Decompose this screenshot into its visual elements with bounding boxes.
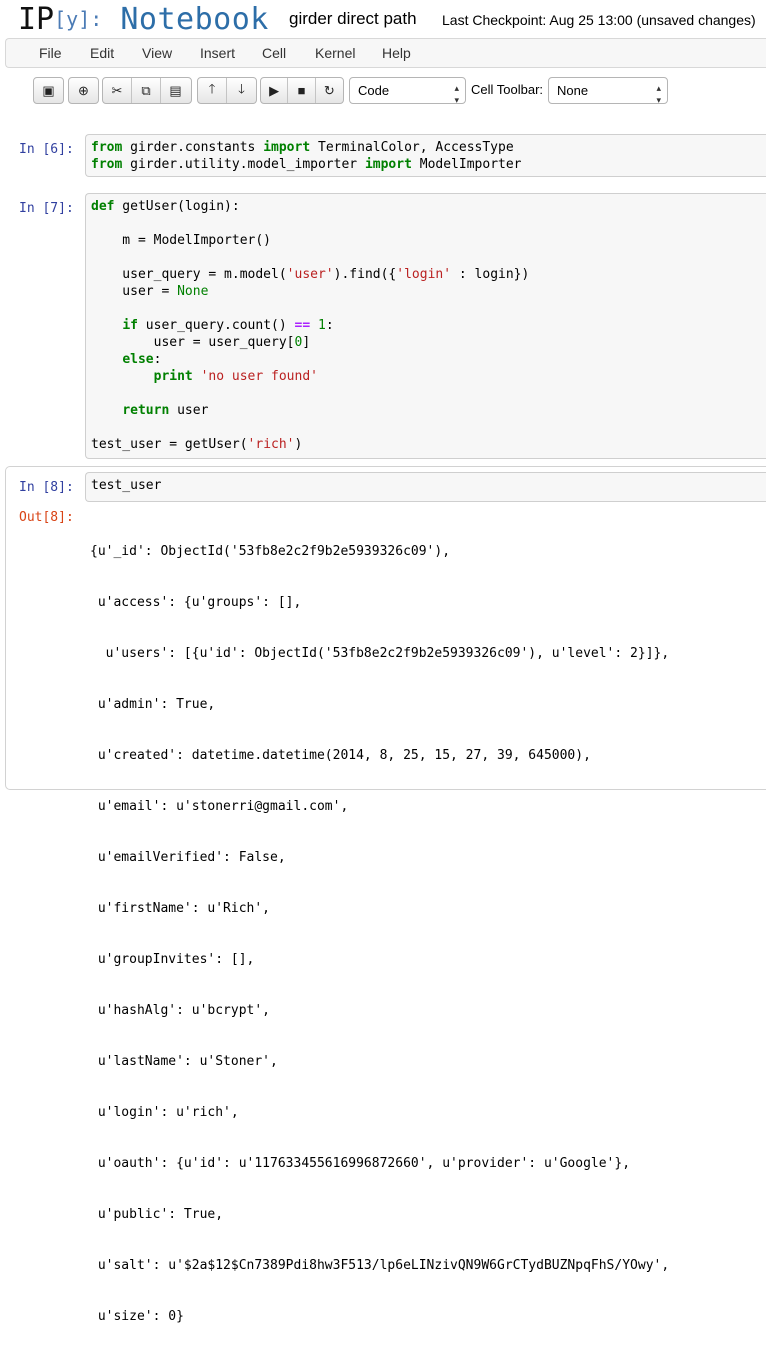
code-line: from girder.constants import TerminalCol… xyxy=(91,140,514,155)
output-line: u'created': datetime.datetime(2014, 8, 2… xyxy=(90,748,591,763)
input-prompt: In [8]: xyxy=(19,480,74,495)
code-line: from girder.utility.model_importer impor… xyxy=(91,157,522,172)
arrow-down-icon: 🡓 xyxy=(238,80,245,96)
notebook-header: IP[y]: Notebook girder direct path Last … xyxy=(0,0,766,38)
save-group: ▣ xyxy=(33,77,64,104)
insert-cell-button[interactable]: ⊕ xyxy=(69,78,98,103)
stop-icon: ■ xyxy=(297,83,306,98)
play-icon: ▶ xyxy=(269,82,280,98)
edit-group: ✂ ⧉ ▤ xyxy=(102,77,192,104)
code-cell-6[interactable]: In [6]: from girder.constants import Ter… xyxy=(5,134,766,180)
menu-kernel[interactable]: Kernel xyxy=(315,45,355,61)
notebook-panel: In [6]: from girder.constants import Ter… xyxy=(0,111,766,1324)
output-line: u'oauth': {u'id': u'11763345561699687266… xyxy=(90,1156,631,1171)
paste-button[interactable]: ▤ xyxy=(161,78,190,103)
select-arrows-icon: ▴ ▾ xyxy=(656,83,661,105)
cell-type-select[interactable]: Code ▴ ▾ xyxy=(349,77,466,105)
code-input-area[interactable]: test_user xyxy=(85,472,766,502)
output-line: u'admin': True, xyxy=(90,697,216,712)
code-cell-8[interactable]: In [8]: test_user Out[8]: {u'_id': Objec… xyxy=(5,466,766,1324)
move-down-button[interactable]: 🡓 xyxy=(227,78,256,103)
cell-toolbar-label: Cell Toolbar: xyxy=(471,82,544,97)
output-line: u'size': 0} xyxy=(90,1309,184,1324)
output-area: {u'_id': ObjectId('53fb8e2c2f9b2e5939326… xyxy=(90,509,669,1359)
menu-edit[interactable]: Edit xyxy=(90,45,114,61)
floppy-icon: ▣ xyxy=(42,82,55,98)
scissors-icon: ✂ xyxy=(111,82,123,98)
output-line: {u'_id': ObjectId('53fb8e2c2f9b2e5939326… xyxy=(90,544,451,559)
output-line: u'hashAlg': u'bcrypt', xyxy=(90,1003,271,1018)
output-prompt: Out[8]: xyxy=(19,510,74,525)
checkpoint-status: Last Checkpoint: Aug 25 13:00 (unsaved c… xyxy=(442,12,756,28)
output-line: u'lastName': u'Stoner', xyxy=(90,1054,278,1069)
arrow-up-icon: 🡑 xyxy=(208,80,216,96)
menubar: File Edit View Insert Cell Kernel Help xyxy=(5,38,766,68)
code-input-area[interactable]: from girder.constants import TerminalCol… xyxy=(85,134,766,177)
select-arrows-icon: ▴ ▾ xyxy=(454,83,459,105)
copy-button[interactable]: ⧉ xyxy=(132,78,161,103)
output-line: u'salt': u'$2a$12$Cn7389Pdi8hw3F513/lp6e… xyxy=(90,1258,670,1273)
output-line: u'groupInvites': [], xyxy=(90,952,255,967)
save-button[interactable]: ▣ xyxy=(34,78,63,103)
interrupt-button[interactable]: ■ xyxy=(288,78,316,103)
run-button[interactable]: ▶ xyxy=(261,78,289,103)
move-group: 🡑 🡓 xyxy=(197,77,257,104)
refresh-icon: ↻ xyxy=(323,82,335,98)
code-cell-7[interactable]: In [7]: def getUser(login): m = ModelImp… xyxy=(5,193,766,461)
menu-insert[interactable]: Insert xyxy=(200,45,235,61)
notebook-name[interactable]: girder direct path xyxy=(289,9,417,29)
clipboard-icon: ▤ xyxy=(169,82,182,98)
restart-button[interactable]: ↻ xyxy=(316,78,343,103)
menu-file[interactable]: File xyxy=(39,45,62,61)
run-group: ▶ ■ ↻ xyxy=(260,77,344,104)
input-prompt: In [6]: xyxy=(19,142,74,157)
code-block: def getUser(login): m = ModelImporter() … xyxy=(91,199,530,452)
output-line: u'login': u'rich', xyxy=(90,1105,239,1120)
move-up-button[interactable]: 🡑 xyxy=(198,78,227,103)
input-prompt: In [7]: xyxy=(19,201,74,216)
output-line: u'email': u'stonerri@gmail.com', xyxy=(90,799,349,814)
menu-view[interactable]: View xyxy=(142,45,172,61)
plus-circle-icon: ⊕ xyxy=(78,82,89,98)
output-line: u'emailVerified': False, xyxy=(90,850,286,865)
insert-group: ⊕ xyxy=(68,77,99,104)
code-input-area[interactable]: def getUser(login): m = ModelImporter() … xyxy=(85,193,766,459)
output-line: u'users': [{u'id': ObjectId('53fb8e2c2f9… xyxy=(90,646,670,661)
output-line: u'firstName': u'Rich', xyxy=(90,901,271,916)
copy-icon: ⧉ xyxy=(141,82,151,98)
output-line: u'access': {u'groups': [], xyxy=(90,595,302,610)
cell-toolbar-select[interactable]: None ▴ ▾ xyxy=(548,77,668,105)
menu-help[interactable]: Help xyxy=(382,45,411,61)
toolbar: ▣ ⊕ ✂ ⧉ ▤ 🡑 🡓 ▶ ■ ↻ Code ▴ ▾ Cell Toolbar… xyxy=(0,72,766,110)
ipython-logo[interactable]: IP[y]: Notebook xyxy=(18,1,269,38)
output-line: u'public': True, xyxy=(90,1207,224,1222)
code-line: test_user xyxy=(91,478,162,493)
menu-cell[interactable]: Cell xyxy=(262,45,286,61)
cut-button[interactable]: ✂ xyxy=(103,78,132,103)
